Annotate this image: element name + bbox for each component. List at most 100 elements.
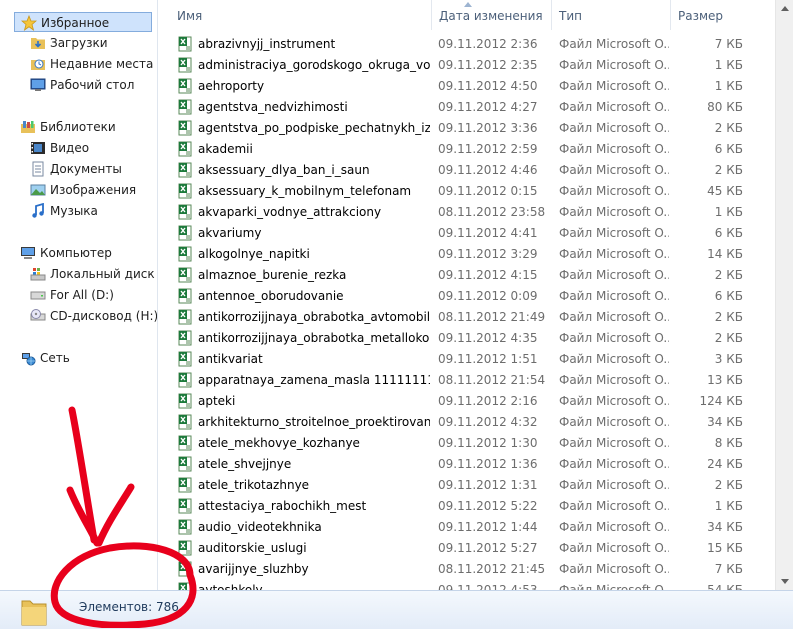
file-size: 2 КБ — [714, 331, 743, 345]
file-row[interactable]: almaznoe_burenie_rezka 09.11.2012 4:15 Фай… — [170, 265, 770, 286]
excel-file-icon — [178, 36, 192, 52]
file-row[interactable]: agentstva_po_podpiske_pechatnykh_izda...… — [170, 118, 770, 139]
file-type: Файл Microsoft O... — [559, 457, 669, 471]
excel-file-icon — [178, 225, 192, 241]
file-size: 6 КБ — [714, 226, 743, 240]
file-row[interactable]: apteki 09.11.2012 2:16 Файл Microsoft O...… — [170, 391, 770, 412]
nav-item[interactable]: Недавние места — [0, 54, 157, 74]
column-header-date[interactable]: Дата изменения — [432, 0, 552, 30]
file-type: Файл Microsoft O... — [559, 499, 669, 513]
file-size: 24 КБ — [707, 457, 743, 471]
nav-item[interactable]: Библиотеки — [0, 117, 157, 137]
file-type: Файл Microsoft O... — [559, 310, 669, 324]
excel-file-icon — [178, 519, 192, 535]
file-type: Файл Microsoft O... — [559, 247, 669, 261]
file-date-modified: 08.11.2012 21:54 — [438, 373, 546, 387]
nav-item[interactable]: Локальный диск (C — [0, 264, 157, 284]
excel-file-icon — [178, 246, 192, 262]
nav-item-label: Недавние места — [50, 57, 154, 71]
file-name: aehroporty — [198, 79, 265, 93]
excel-file-icon — [178, 414, 192, 430]
file-row[interactable]: administraciya_gorodskogo_okruga_voro...… — [170, 55, 770, 76]
file-row[interactable]: avtoshkoly 09.11.2012 4:53 Файл Microsoft … — [170, 580, 770, 590]
hard-drive-icon — [30, 291, 46, 300]
file-type: Файл Microsoft O... — [559, 268, 669, 282]
nav-item[interactable]: For All (D:) — [0, 285, 157, 305]
scroll-down-button[interactable] — [776, 573, 793, 590]
column-header-name[interactable]: Имя — [170, 0, 432, 30]
file-row[interactable]: audio_videotekhnika 09.11.2012 1:44 Файл M… — [170, 517, 770, 538]
file-size: 7 КБ — [714, 37, 743, 51]
file-date-modified: 09.11.2012 4:27 — [438, 100, 538, 114]
vertical-scrollbar[interactable] — [775, 0, 793, 590]
file-row[interactable]: atele_mekhovye_kozhanye 09.11.2012 1:30 Фа… — [170, 433, 770, 454]
nav-item-label: Локальный диск (C — [50, 267, 157, 281]
file-name: alkogolnye_napitki — [198, 247, 310, 261]
file-date-modified: 08.11.2012 21:45 — [438, 562, 546, 576]
file-row[interactable]: agentstva_nedvizhimosti 09.11.2012 4:27 Фа… — [170, 97, 770, 118]
file-row[interactable]: attestaciya_rabochikh_mest 09.11.2012 5:2… — [170, 496, 770, 517]
file-name: abrazivnyjj_instrument — [198, 37, 336, 51]
nav-item[interactable]: Избранное — [14, 12, 152, 32]
file-type: Файл Microsoft O... — [559, 58, 669, 72]
file-row[interactable]: aksessuary_dlya_ban_i_saun 09.11.2012 4:4… — [170, 160, 770, 181]
file-row[interactable]: arkhitekturno_stroitelnoe_proektirovanie… — [170, 412, 770, 433]
nav-item-label: Видео — [50, 141, 90, 155]
navigation-pane[interactable]: Избранное Загрузки Недавние места Рабочий с… — [0, 0, 158, 590]
nav-item[interactable]: Видео — [0, 138, 157, 158]
windows-drive-icon — [30, 268, 46, 281]
column-header-size[interactable]: Размер — [671, 0, 750, 30]
excel-file-icon — [178, 162, 192, 178]
file-row[interactable]: apparatnaya_zamena_masla 111111111111 08.… — [170, 370, 770, 391]
nav-item[interactable]: Документы — [0, 159, 157, 179]
scroll-up-button[interactable] — [776, 0, 793, 17]
file-type: Файл Microsoft O... — [559, 226, 669, 240]
file-row[interactable]: atele_trikotazhnye 09.11.2012 1:31 Файл Mi… — [170, 475, 770, 496]
file-size: 1 КБ — [714, 205, 743, 219]
file-row[interactable]: akvaparki_vodnye_attrakciony 08.11.2012 2… — [170, 202, 770, 223]
file-list[interactable]: abrazivnyjj_instrument 09.11.2012 2:36 Фай… — [170, 34, 770, 590]
file-row[interactable]: antikorrozijjnaya_obrabotka_metallokons.… — [170, 328, 770, 349]
file-row[interactable]: aehroporty 09.11.2012 4:50 Файл Microsoft … — [170, 76, 770, 97]
nav-item[interactable]: Музыка — [0, 201, 157, 221]
file-name: avarijjnye_sluzhby — [198, 562, 309, 576]
nav-item[interactable]: Компьютер — [0, 243, 157, 263]
file-name: aksessuary_dlya_ban_i_saun — [198, 163, 370, 177]
file-type: Файл Microsoft O... — [559, 100, 669, 114]
file-row[interactable]: antikvariat 09.11.2012 1:51 Файл Microsoft… — [170, 349, 770, 370]
file-row[interactable]: alkogolnye_napitki 09.11.2012 3:29 Файл Mi… — [170, 244, 770, 265]
excel-file-icon — [178, 204, 192, 220]
file-type: Файл Microsoft O... — [559, 562, 669, 576]
file-row[interactable]: avarijjnye_sluzhby 08.11.2012 21:45 Файл M… — [170, 559, 770, 580]
excel-file-icon — [178, 309, 192, 325]
file-row[interactable]: aksessuary_k_mobilnym_telefonam 09.11.201… — [170, 181, 770, 202]
file-row[interactable]: akademii 09.11.2012 2:59 Файл Microsoft O.… — [170, 139, 770, 160]
file-row[interactable]: antikorrozijjnaya_obrabotka_avtomobilejj… — [170, 307, 770, 328]
nav-item[interactable]: Сеть — [0, 348, 157, 368]
file-name: antikorrozijjnaya_obrabotka_metallokons.… — [198, 331, 430, 345]
excel-file-icon — [178, 57, 192, 73]
nav-item-label: Изображения — [50, 183, 137, 197]
file-name: auditorskie_uslugi — [198, 541, 307, 555]
file-name: agentstva_po_podpiske_pechatnykh_izda... — [198, 121, 430, 135]
music-note-icon — [32, 203, 44, 218]
excel-file-icon — [178, 183, 192, 199]
nav-item[interactable]: Изображения — [0, 180, 157, 200]
column-header-type[interactable]: Тип — [552, 0, 671, 30]
nav-item[interactable]: CD-дисковод (H:) — [0, 306, 157, 326]
nav-item-label: Музыка — [50, 204, 98, 218]
arrow-up-icon — [781, 6, 789, 11]
file-row[interactable]: abrazivnyjj_instrument 09.11.2012 2:36 Фай… — [170, 34, 770, 55]
nav-item-label: For All (D:) — [50, 288, 114, 302]
file-row[interactable]: akvariumy 09.11.2012 4:41 Файл Microsoft O… — [170, 223, 770, 244]
file-row[interactable]: auditorskie_uslugi 09.11.2012 5:27 Файл Mi… — [170, 538, 770, 559]
file-size: 1 КБ — [714, 499, 743, 513]
file-row[interactable]: antennoe_oborudovanie 09.11.2012 0:09 Файл… — [170, 286, 770, 307]
nav-item[interactable]: Загрузки — [0, 33, 157, 53]
file-type: Файл Microsoft O... — [559, 373, 669, 387]
file-date-modified: 09.11.2012 2:36 — [438, 37, 538, 51]
file-size: 6 КБ — [714, 142, 743, 156]
file-row[interactable]: atele_shvejjnye 09.11.2012 1:36 Файл Micro… — [170, 454, 770, 475]
file-name: apparatnaya_zamena_masla 111111111111 — [198, 373, 430, 387]
nav-item[interactable]: Рабочий стол — [0, 75, 157, 95]
